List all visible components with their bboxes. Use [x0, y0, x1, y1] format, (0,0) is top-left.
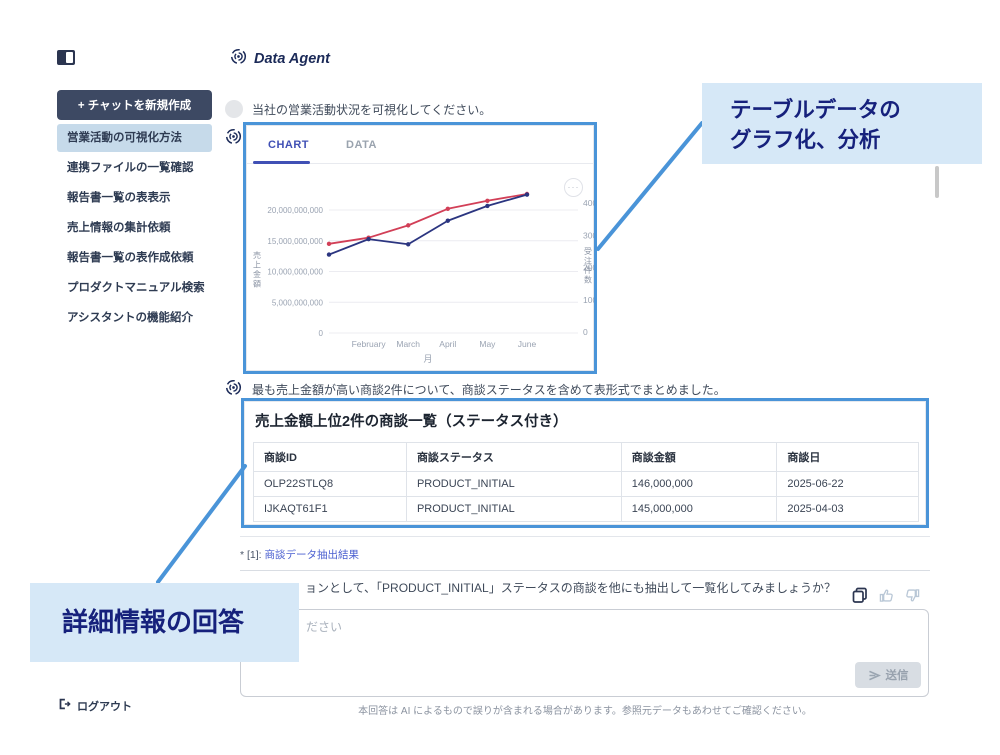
svg-text:上: 上 [253, 261, 261, 270]
brand-name: Data Agent [254, 51, 330, 67]
table-cell: 146,000,000 [621, 472, 777, 497]
table-header-cell: 商談ID [254, 443, 407, 472]
table-row: OLP22STLQ8PRODUCT_INITIAL146,000,0002025… [254, 472, 919, 497]
table-header-cell: 商談日 [777, 443, 919, 472]
sidebar-item[interactable]: プロダクトマニュアル検索 [57, 274, 212, 302]
table-cell: 2025-06-22 [777, 472, 919, 497]
send-icon [868, 670, 881, 681]
line-chart: 0 5,000,000,000 10,000,000,000 15,000,000,0… [247, 170, 595, 370]
sidebar-item[interactable]: 報告書一覧の表作成依頼 [57, 244, 212, 272]
tab-data[interactable]: DATA [346, 139, 377, 151]
active-tab-indicator [253, 161, 310, 164]
message-input[interactable]: ださい 送信 [240, 609, 929, 697]
thumbs-up-icon[interactable] [879, 588, 894, 603]
svg-text:300: 300 [583, 230, 595, 240]
svg-text:0: 0 [583, 327, 588, 337]
table-cell: IJKAQT61F1 [254, 497, 407, 522]
input-placeholder: ださい [306, 618, 342, 635]
callout-line2: グラフ化、分析 [730, 125, 982, 155]
user-avatar [225, 100, 243, 118]
scrollbar-thumb[interactable] [935, 166, 939, 198]
agent-message-text: 最も売上金額が高い商談2件について、商談ステータスを含めて表形式でまとめました。 [252, 381, 726, 398]
new-chat-button[interactable]: + チャットを新規作成 [57, 90, 212, 120]
svg-text:February: February [352, 339, 387, 349]
svg-text:April: April [439, 339, 456, 349]
ai-disclaimer: 本回答は AI によるもので誤りが含まれる場合があります。参照元データもあわせて… [240, 702, 930, 717]
table-header-cell: 商談ステータス [406, 443, 621, 472]
sidebar-item[interactable]: 売上情報の集計依頼 [57, 214, 212, 242]
tab-chart[interactable]: CHART [268, 139, 309, 151]
svg-text:月: 月 [423, 354, 432, 364]
table-cell: 145,000,000 [621, 497, 777, 522]
app-brand: Data Agent [230, 48, 330, 70]
copy-icon[interactable] [852, 587, 868, 603]
svg-text:400: 400 [583, 198, 595, 208]
logout-icon [57, 697, 71, 714]
svg-text:100: 100 [583, 295, 595, 305]
svg-text:June: June [518, 339, 537, 349]
chart-card: CHART DATA ··· 05,000,000,00010,000,000,… [246, 125, 594, 371]
app-window: + チャットを新規作成 営業活動の可視化方法連携ファイルの一覧確認報告書一覧の表… [0, 0, 1000, 755]
footnote-prefix: * [1]: [240, 549, 265, 561]
svg-text:10,000,000,000: 10,000,000,000 [267, 268, 323, 277]
callout-table-annotation: 詳細情報の回答 [30, 583, 299, 662]
chart-tabbar: CHART DATA [247, 126, 593, 164]
sidebar-item[interactable]: 連携ファイルの一覧確認 [57, 154, 212, 182]
message-actions [852, 587, 920, 603]
sidebar-nav: 営業活動の可視化方法連携ファイルの一覧確認報告書一覧の表表示売上情報の集計依頼報… [57, 124, 212, 334]
logout-button[interactable]: ログアウト [57, 697, 132, 714]
send-button[interactable]: 送信 [855, 662, 921, 688]
svg-text:数: 数 [584, 275, 592, 285]
callout-chart-annotation: テーブルデータの グラフ化、分析 [702, 83, 982, 164]
sidebar-item[interactable]: 報告書一覧の表表示 [57, 184, 212, 212]
table-cell: 2025-04-03 [777, 497, 919, 522]
svg-text:受: 受 [584, 246, 592, 256]
table-card: 売上金額上位2件の商談一覧（ステータス付き） 商談ID商談ステータス商談金額商談… [244, 401, 926, 525]
sidebar-item[interactable]: アシスタントの機能紹介 [57, 304, 212, 332]
sidebar-toggle-icon[interactable] [57, 50, 75, 65]
table-cell: PRODUCT_INITIAL [406, 472, 621, 497]
send-label: 送信 [886, 667, 909, 683]
user-message-text: 当社の営業活動状況を可視化してください。 [252, 101, 491, 118]
svg-text:15,000,000,000: 15,000,000,000 [267, 237, 323, 246]
thumbs-down-icon[interactable] [905, 588, 920, 603]
agent-avatar [225, 379, 242, 401]
table-row: IJKAQT61F1PRODUCT_INITIAL145,000,0002025… [254, 497, 919, 522]
divider [240, 570, 930, 571]
brand-logo-icon [230, 48, 247, 70]
svg-text:売: 売 [253, 250, 261, 260]
deals-table: 商談ID商談ステータス商談金額商談日 OLP22STLQ8PRODUCT_INI… [253, 442, 919, 522]
logout-label: ログアウト [77, 698, 132, 714]
followup-suggestion-text: ョンとして、「PRODUCT_INITIAL」ステータスの商談を他にも抽出して一… [240, 579, 930, 596]
svg-text:20,000,000,000: 20,000,000,000 [267, 206, 323, 215]
svg-text:0: 0 [319, 329, 324, 338]
user-message-row: 当社の営業活動状況を可視化してください。 [225, 100, 491, 118]
svg-text:額: 額 [253, 279, 261, 289]
footnote-source-link[interactable]: 商談データ抽出結果 [265, 549, 360, 561]
svg-text:金: 金 [253, 269, 261, 279]
table-cell: OLP22STLQ8 [254, 472, 407, 497]
svg-text:May: May [479, 339, 496, 349]
svg-text:件: 件 [584, 265, 592, 275]
svg-text:5,000,000,000: 5,000,000,000 [272, 298, 324, 307]
table-cell: PRODUCT_INITIAL [406, 497, 621, 522]
callout-line1: テーブルデータの [730, 95, 982, 125]
table-title: 売上金額上位2件の商談一覧（ステータス付き） [255, 410, 568, 431]
divider [240, 536, 930, 537]
agent-avatar [225, 128, 242, 150]
svg-text:注: 注 [584, 256, 592, 266]
svg-text:March: March [396, 339, 420, 349]
footnote: * [1]: 商談データ抽出結果 [240, 547, 359, 562]
sidebar-item[interactable]: 営業活動の可視化方法 [57, 124, 212, 152]
table-header-cell: 商談金額 [621, 443, 777, 472]
